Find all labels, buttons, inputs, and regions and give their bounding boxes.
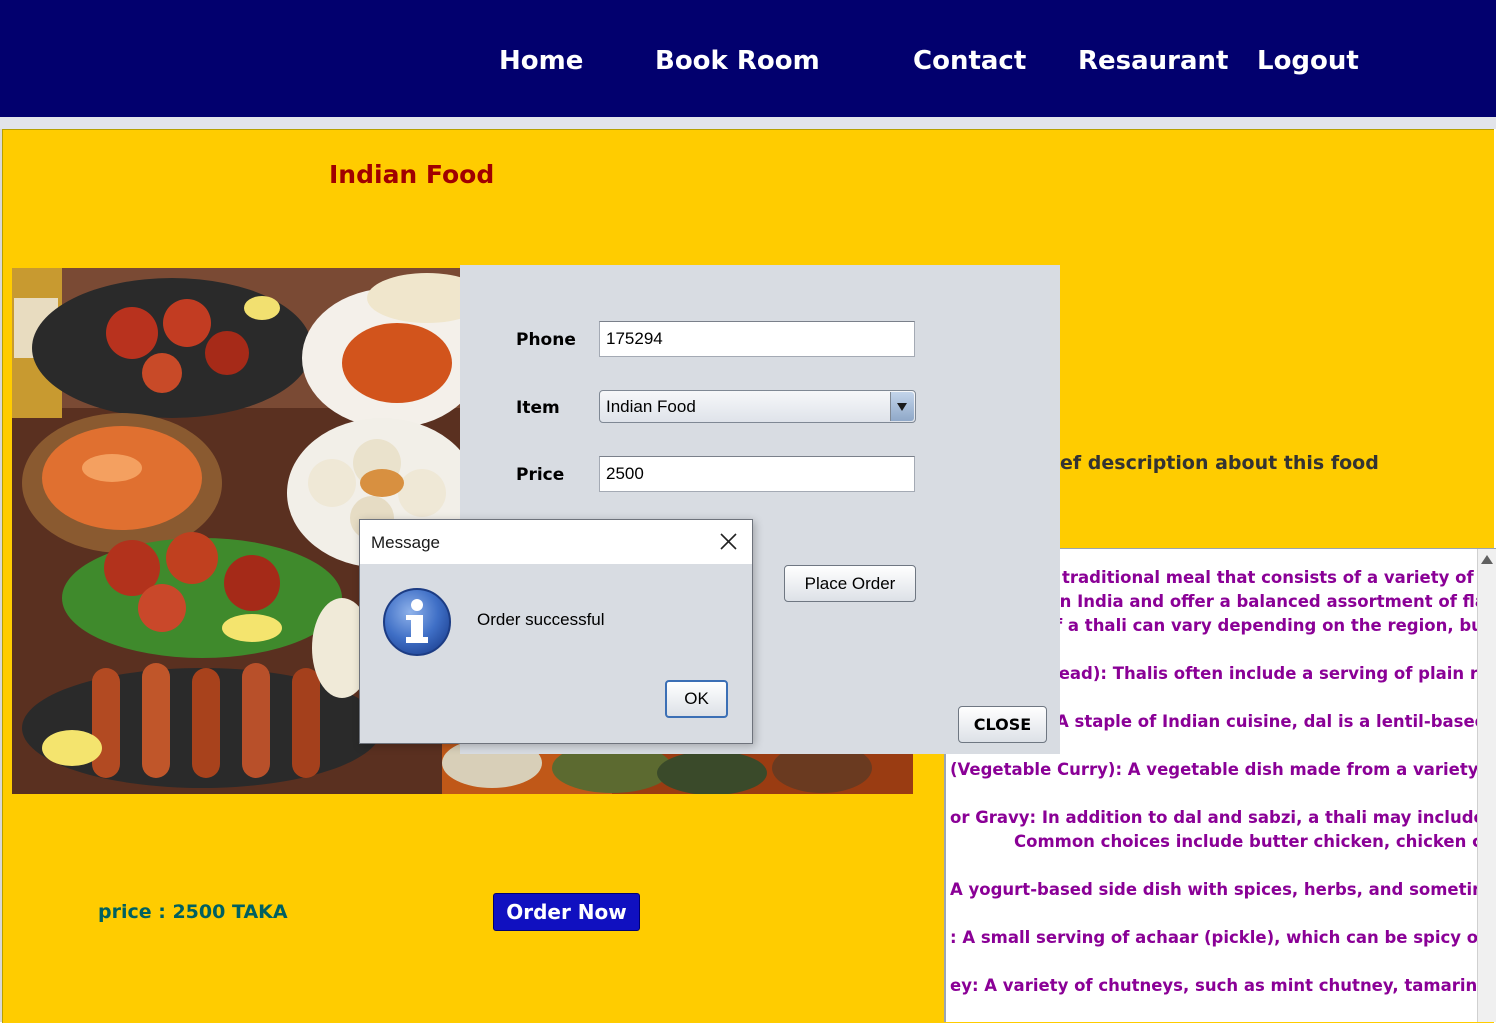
- nav-restaurant-link[interactable]: Resaurant: [1078, 42, 1229, 80]
- item-dropdown-value: Indian Food: [606, 397, 696, 416]
- description-scrollbar[interactable]: [1477, 549, 1496, 1022]
- nav-divider: [0, 117, 1496, 129]
- order-now-button[interactable]: Order Now: [493, 893, 640, 931]
- description-line: traditional meal that consists of a vari…: [1062, 568, 1477, 587]
- description-line: or Gravy: In addition to dal and sabzi, …: [950, 808, 1477, 827]
- description-line: A yogurt-based side dish with spices, he…: [950, 880, 1477, 899]
- scroll-up-arrow-icon[interactable]: [1481, 555, 1493, 564]
- dialog-title-bar[interactable]: Message: [360, 520, 752, 564]
- description-line: f a thali can vary depending on the regi…: [1055, 616, 1477, 635]
- chevron-down-icon: [897, 403, 907, 411]
- phone-label: Phone: [516, 330, 576, 350]
- price-field-label: Price: [516, 465, 565, 485]
- close-button[interactable]: CLOSE: [958, 706, 1047, 743]
- nav-contact-link[interactable]: Contact: [913, 42, 1026, 80]
- message-dialog: Message Order successful OK: [359, 519, 753, 744]
- ok-button[interactable]: OK: [665, 680, 728, 718]
- phone-input[interactable]: 175294: [599, 321, 915, 357]
- description-line: A staple of Indian cuisine, dal is a len…: [1056, 712, 1477, 731]
- price-label: price : 2500 TAKA: [98, 901, 288, 923]
- dropdown-arrow-button[interactable]: [890, 392, 914, 421]
- info-icon: [382, 587, 452, 657]
- nav-home-link[interactable]: Home: [499, 42, 583, 80]
- item-dropdown[interactable]: Indian Food: [599, 390, 916, 423]
- nav-book-room-link[interactable]: Book Room: [655, 42, 820, 80]
- page-title: Indian Food: [329, 160, 495, 189]
- price-input[interactable]: 2500: [599, 456, 915, 492]
- description-line: ey: A variety of chutneys, such as mint …: [950, 976, 1477, 995]
- description-line: Bread): Thalis often include a serving o…: [1038, 664, 1477, 683]
- top-nav-bar: Home Book Room Contact Resaurant Logout: [0, 0, 1496, 117]
- dialog-message: Order successful: [477, 610, 605, 629]
- description-line: in India and offer a balanced assortment…: [1054, 592, 1477, 611]
- description-line: (Vegetable Curry): A vegetable dish made…: [950, 760, 1477, 779]
- nav-logout-link[interactable]: Logout: [1257, 42, 1359, 80]
- dialog-title: Message: [371, 533, 440, 552]
- description-heading: ef description about this food: [1060, 452, 1379, 474]
- description-line: : A small serving of achaar (pickle), wh…: [950, 928, 1477, 947]
- place-order-button[interactable]: Place Order: [784, 565, 916, 602]
- dialog-close-icon[interactable]: [711, 527, 745, 557]
- description-line: Common choices include butter chicken, c…: [1014, 832, 1477, 851]
- item-label: Item: [516, 398, 560, 418]
